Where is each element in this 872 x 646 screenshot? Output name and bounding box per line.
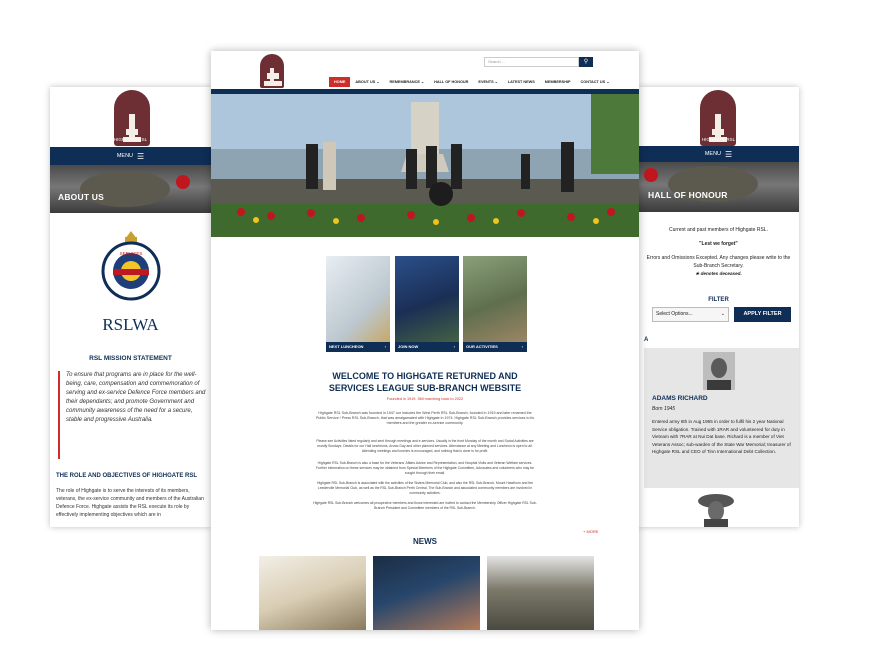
about-hero-banner: ABOUT US — [50, 165, 211, 213]
menu-label: MENU — [704, 151, 722, 157]
nav-contact-us[interactable]: CONTACT US ⌄ — [576, 77, 615, 87]
memorial-icon — [264, 68, 282, 86]
hero-ceremony-image — [211, 94, 639, 237]
letter-divider: A — [644, 337, 649, 343]
menu-label: MENU — [116, 153, 134, 159]
hall-intro: Current and past members of Highgate RSL… — [669, 227, 768, 233]
more-link[interactable]: + MORE — [583, 529, 598, 534]
svg-text:SERVICES: SERVICES — [120, 251, 143, 256]
welcome-title: WELCOME TO HIGHGATE RETURNED AND SERVICE… — [328, 371, 522, 393]
page-title: ABOUT US — [58, 192, 104, 202]
hall-quote: "Lest we forget" — [699, 241, 738, 247]
filter-heading: FILTER — [708, 297, 729, 303]
brand-caption: HIGHGATE RSL — [113, 137, 148, 142]
chevron-down-icon: ⌄ — [720, 311, 725, 317]
memorial-icon — [123, 114, 141, 142]
apply-filter-button[interactable]: APPLY FILTER — [734, 307, 791, 322]
hall-errors-note: Errors and Omissions Excepted. Any chang… — [646, 255, 791, 269]
mission-quote-bar — [58, 371, 60, 459]
search-icon: ⚲ — [583, 59, 589, 65]
membership-paragraph: Highgate RSL Sub-Branch welcomes all pro… — [313, 501, 537, 510]
memorial-icon — [709, 114, 727, 142]
news-image-phone[interactable] — [373, 556, 480, 630]
nav-home[interactable]: HOME — [329, 77, 351, 87]
mission-text: To ensure that programs are in place for… — [66, 372, 206, 423]
deceased-note: ★ denotes deceased. — [695, 271, 742, 276]
activities-paragraph: Please see Activities listed regularly a… — [316, 439, 534, 453]
news-heading: NEWS — [413, 537, 437, 546]
homepage-desktop-screen: Search ... ⚲ HOME ABOUT US ⌄ REMEMBRANCE… — [211, 51, 639, 630]
site-header: Search ... ⚲ HOME ABOUT US ⌄ REMEMBRANCE… — [211, 51, 639, 91]
hamburger-icon: ☰ — [137, 151, 145, 161]
associations-paragraph: Highgate RSL Sub-Branch is associated wi… — [316, 481, 534, 495]
role-text: The role of Highgate is to serve the int… — [56, 488, 204, 518]
rsl-badge-logo: SERVICES — [101, 231, 161, 301]
tile-our-activities[interactable]: OUR ACTIVITIES › — [463, 256, 527, 352]
soldier-portrait — [698, 494, 734, 527]
arrow-right-icon: › — [453, 344, 455, 349]
highgate-rsl-logo[interactable] — [260, 54, 284, 88]
hall-hero-banner: HALL OF HONOUR — [638, 162, 799, 212]
nav-about-us[interactable]: ABOUT US ⌄ — [350, 77, 384, 87]
news-image-luncheon[interactable] — [259, 556, 366, 630]
welcome-subtitle: Founded in 1919. Still marching back to … — [386, 397, 464, 401]
intro-paragraph: Highgate RSL Sub-Branch was founded in 1… — [315, 411, 535, 425]
poppy-image — [176, 175, 190, 189]
nav-remembrance[interactable]: REMEMBRANCE ⌄ — [384, 77, 429, 87]
page-title: HALL OF HONOUR — [648, 190, 728, 200]
about-us-mobile-screen: HIGHGATE RSL MENU ☰ ABOUT US SERVICES RS… — [50, 87, 211, 527]
mobile-menu-bar[interactable]: MENU ☰ — [638, 146, 799, 162]
poppy-image — [644, 168, 658, 182]
tile-label: JOIN NOW › — [395, 342, 459, 352]
mobile-menu-bar[interactable]: MENU ☰ — [50, 147, 211, 165]
mission-heading: RSL MISSION STATEMENT — [89, 355, 172, 362]
arrow-right-icon: › — [384, 344, 386, 349]
role-heading: THE ROLE AND OBJECTIVES OF HIGHGATE RSL — [56, 473, 198, 479]
hall-of-honour-mobile-screen: HIGHGATE RSL MENU ☰ HALL OF HONOUR Curre… — [638, 87, 799, 527]
member-born: Born 1945 — [652, 406, 676, 412]
services-paragraph: Highgate RSL Sub-Branch is also a base f… — [315, 461, 535, 475]
member-name: ADAMS RICHARD — [652, 395, 708, 402]
nav-hall-of-honour[interactable]: HALL OF HONOUR — [429, 77, 473, 87]
tile-next-luncheon[interactable]: NEXT LUNCHEON › — [326, 256, 390, 352]
hamburger-icon: ☰ — [725, 149, 733, 159]
search-input[interactable]: Search ... — [484, 57, 579, 67]
tile-label: NEXT LUNCHEON › — [326, 342, 390, 352]
nav-membership[interactable]: MEMBERSHIP — [540, 77, 576, 87]
rsl-brand: RSLWA — [102, 315, 159, 334]
filter-select[interactable]: Select Options... ⌄ — [652, 307, 729, 322]
tile-label: OUR ACTIVITIES › — [463, 342, 527, 352]
main-nav: HOME ABOUT US ⌄ REMEMBRANCE ⌄ HALL OF HO… — [329, 77, 614, 87]
member-card[interactable]: ADAMS RICHARD Born 1945 Entered army 8th… — [644, 348, 799, 488]
news-image-slouch-hat[interactable] — [487, 556, 594, 630]
nav-latest-news[interactable]: LATEST NEWS — [503, 77, 540, 87]
member-bio: Entered army 8th in Aug 1965 in order to… — [652, 419, 791, 454]
search-button[interactable]: ⚲ — [579, 57, 593, 67]
arrow-right-icon: › — [521, 344, 523, 349]
brand-caption: HIGHGATE RSL — [701, 137, 736, 142]
nav-events[interactable]: EVENTS ⌄ — [473, 77, 502, 87]
tile-join-now[interactable]: JOIN NOW › — [395, 256, 459, 352]
member-portrait — [703, 352, 735, 390]
